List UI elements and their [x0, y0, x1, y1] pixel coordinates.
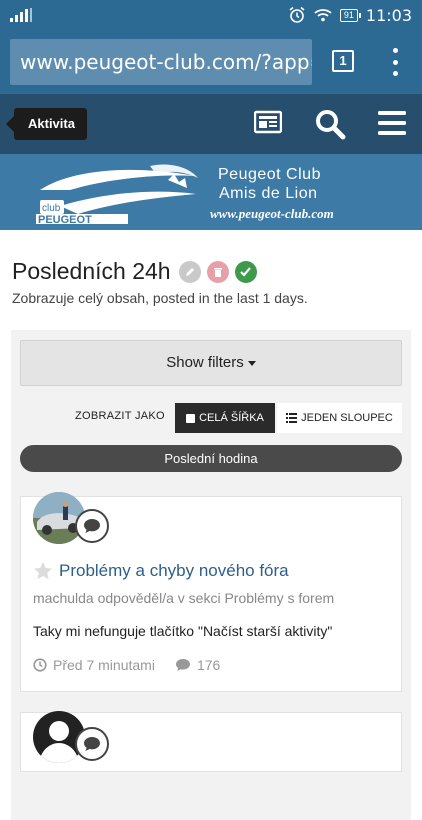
logo-brand-text: PEUGEOT	[38, 214, 92, 226]
site-header: Aktivita	[0, 94, 422, 154]
page-subtitle: Zobrazuje celý obsah, posted in the last…	[12, 290, 308, 306]
signal-icon	[10, 8, 32, 22]
banner-url: www.peugeot-club.com	[210, 206, 334, 221]
item-title-row: Problémy a chyby nového fóra	[33, 561, 289, 581]
square-icon	[186, 413, 196, 423]
item-stats: Před 7 minutami 176	[33, 657, 220, 673]
full-width-button[interactable]: CELÁ ŠÍŘKA	[175, 403, 275, 433]
clock-icon	[33, 658, 47, 672]
delete-icon[interactable]	[206, 260, 229, 283]
item-reply-count: 176	[196, 657, 221, 673]
comment-icon	[75, 509, 109, 543]
alarm-icon	[289, 6, 305, 23]
check-icon[interactable]	[234, 260, 257, 283]
edit-icon[interactable]	[178, 260, 201, 283]
page-title-row: Posledních 24h	[12, 258, 257, 285]
view-as-label: ZOBRAZIT JAKO	[75, 410, 165, 422]
show-filters-label: Show filters	[166, 354, 244, 371]
site-banner[interactable]: club PEUGEOT Peugeot Club Amis de Lion w…	[0, 154, 422, 230]
logo-club-text: club	[42, 203, 61, 214]
list-icon	[286, 413, 298, 423]
item-title-link[interactable]: Problémy a chyby nového fóra	[59, 561, 289, 581]
clock: 11:03	[365, 5, 412, 25]
comment-icon	[75, 727, 109, 761]
item-meta: machulda odpověděl/a v sekci Problémy s …	[33, 590, 335, 606]
menu-icon[interactable]	[378, 110, 406, 136]
single-column-label: JEDEN SLOUPEC	[301, 412, 393, 424]
single-column-button[interactable]: JEDEN SLOUPEC	[277, 403, 402, 433]
item-snippet: Taky mi nefunguje tlačítko "Načíst starš…	[33, 623, 333, 639]
comment-count-icon	[175, 659, 190, 671]
full-width-label: CELÁ ŠÍŘKA	[199, 412, 264, 424]
activity-item	[20, 711, 402, 772]
caret-down-icon	[247, 360, 256, 366]
banner-title: Peugeot Club	[218, 166, 321, 183]
activity-button[interactable]: Aktivita	[6, 108, 87, 140]
battery-icon: 91	[339, 8, 361, 22]
page-title: Posledních 24h	[12, 258, 171, 284]
search-icon[interactable]	[314, 108, 346, 140]
peugeot-club-logo: club PEUGEOT	[36, 164, 198, 226]
status-bar: 91 11:03	[0, 0, 422, 30]
star-icon[interactable]	[33, 561, 53, 581]
period-divider: Poslední hodina	[20, 445, 402, 472]
wifi-icon	[314, 9, 332, 22]
item-time[interactable]: Před 7 minutami	[53, 657, 155, 673]
stream-icon[interactable]	[254, 108, 282, 136]
banner-subtitle: Amis de Lion	[219, 185, 318, 202]
browser-toolbar: www.peugeot-club.com/?app=c 1	[0, 30, 422, 94]
browser-menu-icon[interactable]	[388, 48, 402, 76]
show-filters-button[interactable]: Show filters	[20, 340, 402, 386]
url-bar[interactable]: www.peugeot-club.com/?app=c	[10, 39, 312, 85]
tab-switcher-button[interactable]: 1	[332, 50, 354, 72]
activity-item: Problémy a chyby nového fóra machulda od…	[20, 492, 402, 692]
